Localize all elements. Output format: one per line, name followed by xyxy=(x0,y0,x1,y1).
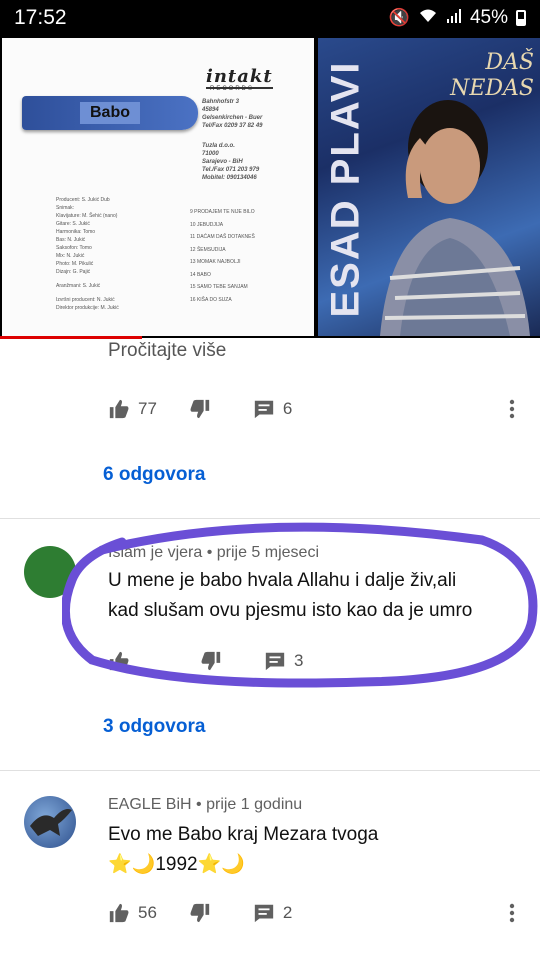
comment-meta: Islam je vjera • prije 5 mjeseci xyxy=(108,544,320,561)
signal-icon xyxy=(446,8,462,29)
like-button[interactable] xyxy=(108,650,130,672)
video-progress-bar xyxy=(0,336,142,339)
divider xyxy=(0,518,540,519)
more-options-button[interactable] xyxy=(504,898,520,928)
address-block: Bahnhofstr 3 45894 Gelsenkirchen - Buer … xyxy=(202,99,263,129)
label-sub: RECORDS xyxy=(210,86,255,92)
reply-count: 3 xyxy=(294,651,304,670)
view-replies-link[interactable]: 3 odgovora xyxy=(103,716,205,738)
reply-button[interactable]: 3 xyxy=(264,650,303,672)
comment-time: prije 5 mjeseci xyxy=(216,544,320,561)
battery-icon xyxy=(516,10,526,26)
more-vert-icon xyxy=(509,399,515,419)
credits-block: Producent: S. Jukić Dub Snimak: Klavijat… xyxy=(56,197,119,311)
dislike-button[interactable] xyxy=(189,398,211,420)
like-count: 77 xyxy=(138,399,157,418)
comment-meta: EAGLE BiH • prije 1 godinu xyxy=(108,796,303,813)
thumbs-up-icon xyxy=(109,651,129,671)
comment-author[interactable]: EAGLE BiH xyxy=(108,796,192,813)
comment-actions: 77 6 xyxy=(108,394,292,424)
avatar[interactable] xyxy=(24,796,76,848)
wifi-icon xyxy=(418,8,438,29)
comment-icon xyxy=(254,400,274,419)
like-button[interactable]: 56 xyxy=(108,902,157,924)
battery-percent: 45% xyxy=(469,7,508,28)
reply-button[interactable]: 2 xyxy=(253,902,292,924)
divider xyxy=(0,770,540,771)
read-more-link[interactable]: Pročitajte više xyxy=(108,340,226,362)
cover-artist-name: ESAD PLAVI xyxy=(323,60,368,318)
reply-button[interactable]: 6 xyxy=(253,398,292,420)
babo-banner: Babo xyxy=(22,96,198,130)
album-cover-image: intakt RECORDS Bahnhofstr 3 45894 Gelsen… xyxy=(0,36,540,338)
comment-actions: 56 2 xyxy=(108,898,292,928)
comment-text: U mene je babo hvala Allahu i dalje živ,… xyxy=(108,570,473,621)
album-front-cover: ESAD PLAVI DAŠ NEDAS xyxy=(318,38,540,336)
address-block-2: Tuzla d.o.o. 71000 Sarajevo - BiH Tel./F… xyxy=(202,143,260,181)
comment-icon xyxy=(254,904,274,923)
thumbs-down-icon xyxy=(201,651,221,671)
dislike-button[interactable] xyxy=(200,650,222,672)
avatar[interactable] xyxy=(24,546,76,598)
comment-text: Evo me Babo kraj Mezara tvoga ⭐🌙1992⭐🌙 xyxy=(108,824,379,875)
more-options-button[interactable] xyxy=(504,394,520,424)
comment-actions: 3 xyxy=(108,646,303,676)
comment-icon xyxy=(265,652,285,671)
comment-author[interactable]: Islam je vjera xyxy=(108,544,202,561)
like-button[interactable]: 77 xyxy=(108,398,157,420)
like-count: 56 xyxy=(138,903,157,922)
reply-count: 2 xyxy=(282,903,293,922)
thumbs-down-icon xyxy=(190,903,210,923)
comment-time: prije 1 godinu xyxy=(206,796,303,813)
thumbs-up-icon xyxy=(109,903,129,923)
status-bar: 17:52 🔇 45% xyxy=(0,0,540,36)
thumbs-up-icon xyxy=(109,399,129,419)
track-list: 9 PRODAJEM TE NIJE BILO 10 JEBUDJIJA 11 … xyxy=(190,209,255,303)
artist-photo xyxy=(380,100,530,336)
more-vert-icon xyxy=(509,903,515,923)
cover-title: DAŠ NEDAS xyxy=(450,50,534,101)
eagle-icon xyxy=(30,809,72,836)
dislike-button[interactable] xyxy=(189,902,211,924)
view-replies-link[interactable]: 6 odgovora xyxy=(103,464,205,486)
status-time: 17:52 xyxy=(14,6,67,29)
album-inlay-back: intakt RECORDS Bahnhofstr 3 45894 Gelsen… xyxy=(2,38,314,336)
mute-icon: 🔇 xyxy=(388,8,410,27)
reply-count: 6 xyxy=(282,399,293,418)
thumbs-down-icon xyxy=(190,399,210,419)
